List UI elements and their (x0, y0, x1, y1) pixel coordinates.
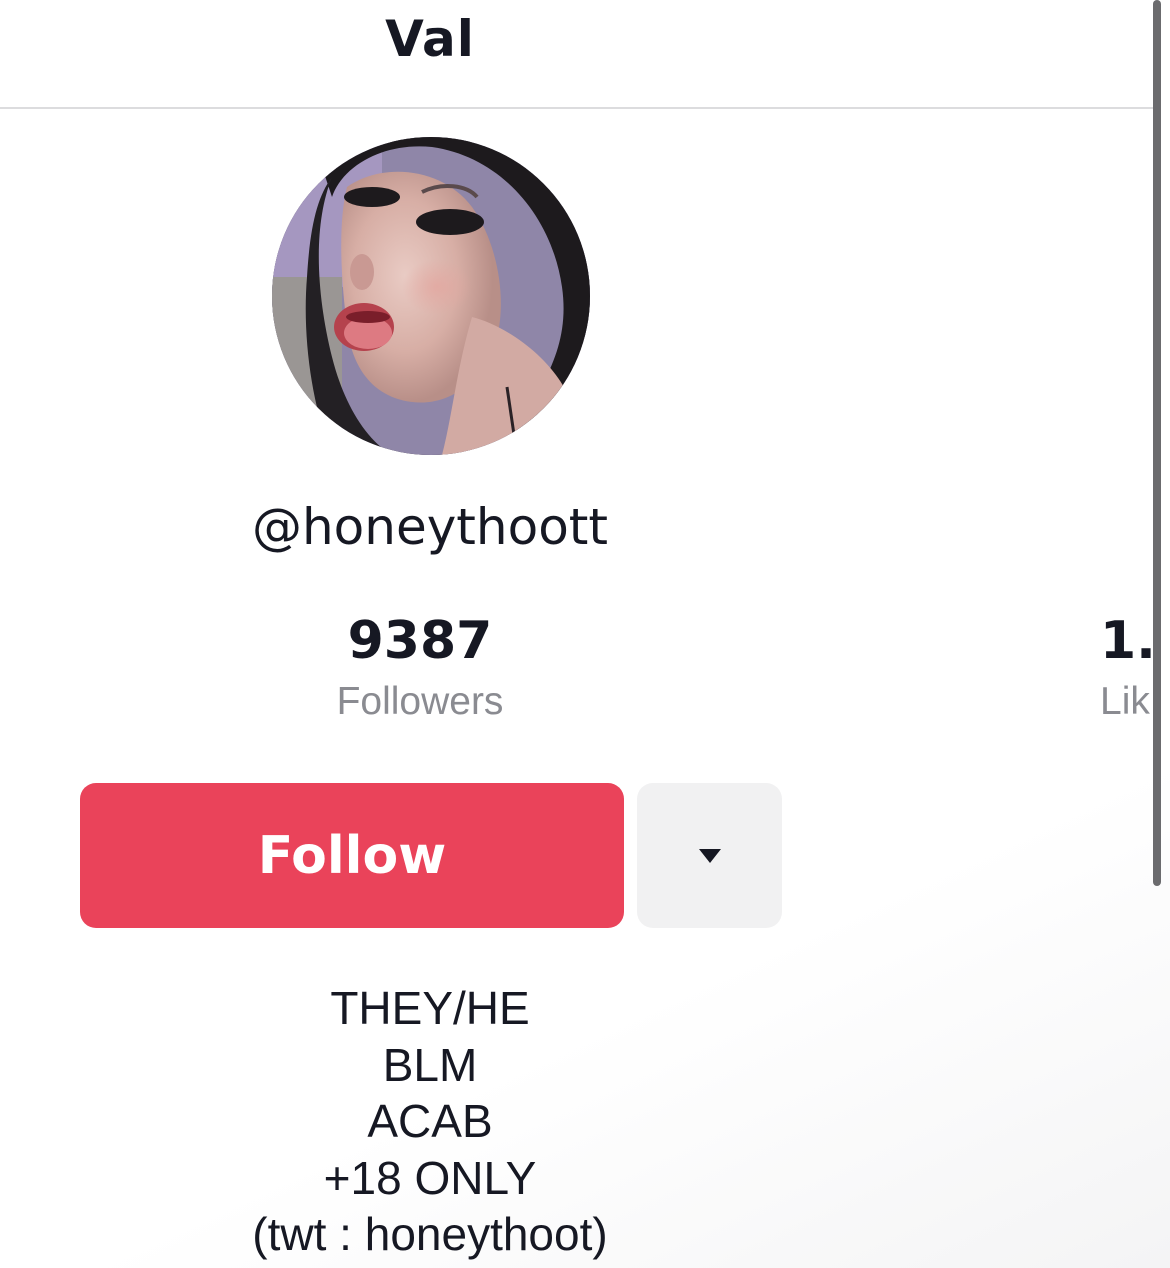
followers-count: 9387 (347, 611, 493, 671)
scrollbar[interactable] (1153, 0, 1161, 886)
likes-stat[interactable]: 1.3 Lik (1100, 600, 1154, 740)
avatar[interactable] (272, 137, 590, 455)
bio-line: (twt : honeythoot) (252, 1208, 608, 1260)
caret-down-icon (698, 848, 721, 863)
username: @honeythoott (251, 498, 608, 556)
profile-header: Val (0, 0, 1154, 109)
bio-line: BLM (382, 1038, 478, 1091)
profile-page: Val @honeythoott 9387 Followers 1. Lik F… (0, 0, 1170, 1268)
bio-line: THEY/HE (330, 982, 530, 1034)
followers-label: Followers (336, 680, 504, 723)
avatar-image (272, 137, 590, 455)
page-title: Val (385, 10, 475, 68)
followers-stat[interactable]: 9387 Followers (280, 608, 560, 730)
likes-count: 1.3 (1100, 611, 1154, 671)
likes-label: Lik (1100, 680, 1150, 723)
bio-line: ACAB (367, 1095, 493, 1147)
more-options-button[interactable] (637, 783, 782, 928)
follow-button[interactable]: Follow (80, 783, 624, 928)
bio-line: +18 ONLY (323, 1151, 537, 1204)
bio: THEY/HE BLM ACAB +18 ONLY (twt : honeyth… (180, 980, 680, 1263)
